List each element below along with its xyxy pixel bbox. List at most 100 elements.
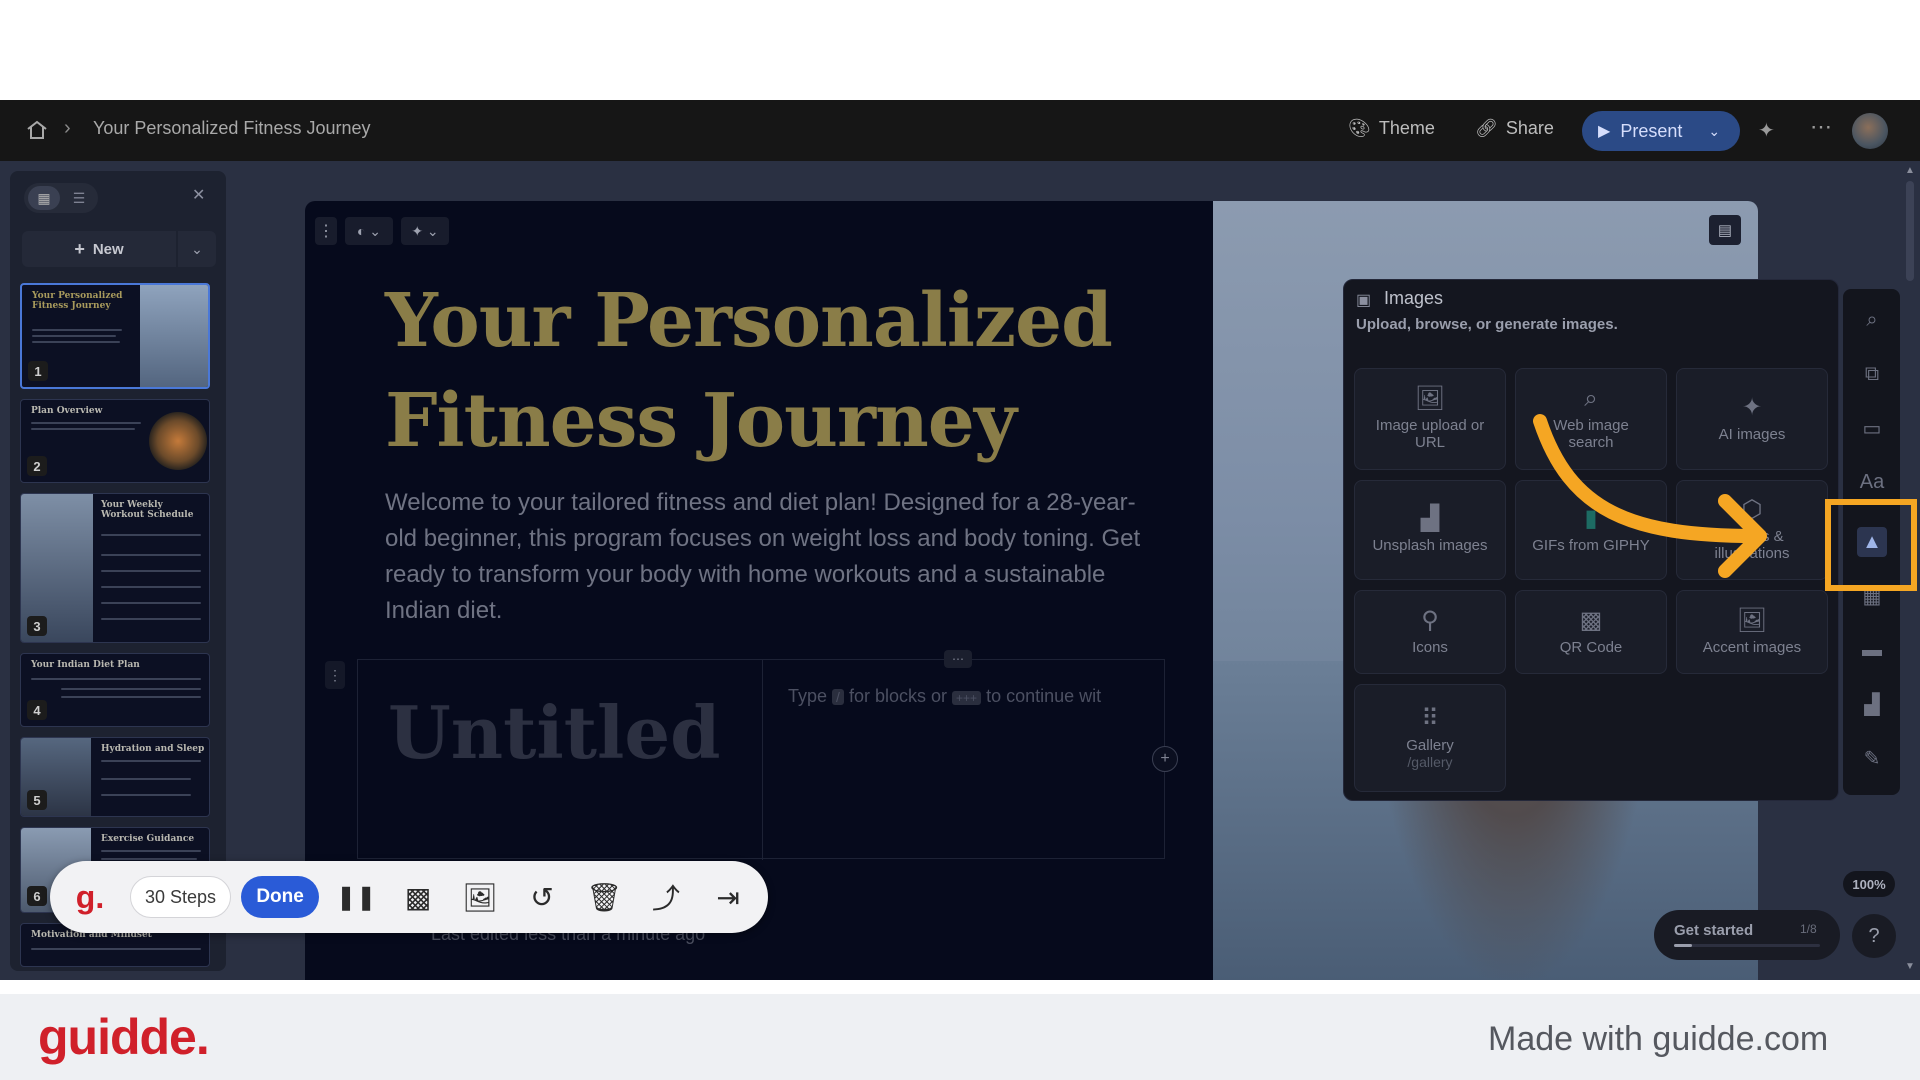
present-button[interactable]: ▶ Present ⌄ <box>1582 111 1740 151</box>
tile-label: Gallery <box>1406 736 1454 754</box>
slide-number: 1 <box>28 361 48 381</box>
upload-icon[interactable]: ⤴ <box>641 872 691 922</box>
card-menu-icon[interactable]: ⋮ <box>315 217 337 245</box>
tile-label: Unsplash images <box>1372 536 1488 554</box>
icons-icon: ⚲ <box>1421 606 1439 634</box>
new-slide-dropdown[interactable]: ⌄ <box>178 231 216 267</box>
slide-thumbnail-1[interactable]: Your Personalized Fitness Journey 1 <box>20 283 210 389</box>
app-top-bar: › Your Personalized Fitness Journey 🎨︎ T… <box>0 100 1920 161</box>
slide-thumbnail-2[interactable]: Plan Overview 2 <box>20 399 210 483</box>
tile-label: Icons <box>1412 638 1448 656</box>
thumbnail-view-icon[interactable]: ▦ <box>28 186 60 210</box>
made-with-text: Made with guidde.com <box>1488 1020 1829 1058</box>
get-started-progress-bar <box>1674 944 1820 947</box>
column-divider <box>762 660 763 860</box>
slide-thumbnail-4[interactable]: Your Indian Diet Plan 4 <box>20 653 210 727</box>
icons-tile[interactable]: ⚲ Icons <box>1354 590 1506 674</box>
images-panel-subtitle: Upload, browse, or generate images. <box>1356 316 1618 333</box>
undo-icon[interactable]: ↺ <box>517 872 567 922</box>
unsplash-images-tile[interactable]: ▟ Unsplash images <box>1354 480 1506 580</box>
top-margin <box>0 0 1920 100</box>
scroll-down-icon[interactable]: ▼ <box>1905 961 1915 972</box>
guidde-logo: guidde. <box>38 1009 210 1065</box>
sparkle-icon[interactable]: ✦ <box>1758 118 1775 143</box>
untitled-heading[interactable]: Untitled <box>388 690 721 775</box>
image-upload-tile[interactable]: 🖼︎ Image upload or URL <box>1354 368 1506 470</box>
slide-number: 3 <box>27 616 47 636</box>
block-hint[interactable]: Type / for blocks or +++ to continue wit <box>788 686 1101 707</box>
share-label: Share <box>1505 118 1554 138</box>
tile-sublabel: /gallery <box>1407 753 1453 770</box>
list-view-icon[interactable]: ☰ <box>64 186 94 210</box>
image-icon[interactable]: 🖼︎ <box>455 872 505 922</box>
card-ai-button[interactable]: ✦ ⌄ <box>401 217 449 245</box>
embed-icon[interactable]: ▬ <box>1857 635 1887 665</box>
gallery-tile[interactable]: ⠿ Gallery /gallery <box>1354 684 1506 792</box>
card-theme-button[interactable]: ◐ ⌄ <box>345 217 393 245</box>
add-card-icon[interactable]: ⧉ <box>1857 359 1887 389</box>
footer-spacer <box>0 980 1920 994</box>
plus-icon: + <box>74 238 85 259</box>
tile-label: Image upload or URL <box>1375 417 1485 451</box>
thumbnail-title: Exercise Guidance <box>101 834 195 844</box>
guidde-logo-icon: g. <box>75 878 105 915</box>
hint-text: Type <box>788 686 828 706</box>
slide-body[interactable]: Welcome to your tailored fitness and die… <box>385 485 1155 629</box>
new-label: New <box>92 240 124 258</box>
qr-code-tile[interactable]: ▩ QR Code <box>1515 590 1667 674</box>
layout-block: Untitled Type / for blocks or +++ to con… <box>357 650 1178 860</box>
chart-icon[interactable]: ▟ <box>1857 689 1887 719</box>
edit-icon[interactable]: ✎ <box>1857 743 1887 773</box>
blur-icon[interactable]: ▩ <box>393 872 443 922</box>
thumbnail-food-image <box>149 412 207 470</box>
qr-code-icon: ▩ <box>1579 606 1603 634</box>
images-panel-icon: ▣ <box>1356 292 1372 309</box>
theme-button[interactable]: 🎨︎ Theme <box>1348 118 1435 139</box>
breadcrumb-chevron-icon: › <box>64 117 71 139</box>
add-column-icon[interactable]: + <box>1152 746 1178 772</box>
skip-icon[interactable]: ⇥ <box>703 872 753 922</box>
highlight-box <box>1825 499 1917 591</box>
column-more-icon[interactable]: ⋯ <box>944 650 972 668</box>
scroll-up-icon[interactable]: ▲ <box>1905 165 1915 176</box>
slides-sidebar: ▦ ☰ ✕ + New ⌄ Your Personalized Fitness … <box>10 171 226 971</box>
chevron-down-icon[interactable]: ⌄ <box>1708 123 1720 140</box>
steps-count[interactable]: 30 Steps <box>130 876 232 918</box>
card-notes-icon[interactable]: ▤ <box>1709 215 1741 245</box>
images-panel-title: Images <box>1384 288 1444 308</box>
hint-text: for blocks or <box>848 686 947 706</box>
avatar[interactable] <box>1852 113 1888 149</box>
done-button[interactable]: Done <box>241 876 320 918</box>
zoom-level[interactable]: 100% <box>1843 871 1895 897</box>
new-slide-button[interactable]: + New <box>22 231 176 267</box>
tile-label: QR Code <box>1559 638 1623 656</box>
unsplash-icon: ▟ <box>1420 504 1440 532</box>
accent-images-tile[interactable]: 🖼︎ Accent images <box>1676 590 1828 674</box>
scrollbar-thumb[interactable] <box>1906 181 1914 281</box>
pause-icon[interactable]: ❚❚ <box>331 872 381 922</box>
get-started-widget[interactable]: Get started 1/8 <box>1654 910 1840 960</box>
search-icon[interactable]: ⌕ <box>1857 305 1887 335</box>
text-icon[interactable]: Aa <box>1857 467 1887 497</box>
share-button[interactable]: 🔗︎ Share <box>1475 118 1554 139</box>
help-button[interactable]: ? <box>1852 914 1896 958</box>
slide-number: 5 <box>27 790 47 810</box>
get-started-progress-fill <box>1674 944 1693 947</box>
guidde-footer: guidde. Made with guidde.com <box>0 994 1920 1080</box>
close-icon[interactable]: ✕ <box>192 185 205 205</box>
thumbnail-title: Hydration and Sleep <box>101 744 205 754</box>
home-icon[interactable] <box>25 118 49 142</box>
slide-title-line-1: Your Personalized <box>385 278 1113 364</box>
slide-title[interactable]: Your Personalized Fitness Journey <box>385 271 1145 471</box>
delete-icon[interactable]: 🗑︎ <box>579 872 629 922</box>
present-label: Present <box>1620 120 1683 141</box>
get-started-label: Get started <box>1674 922 1754 939</box>
app-workspace: ▦ ☰ ✕ + New ⌄ Your Personalized Fitness … <box>0 161 1920 980</box>
slide-thumbnail-5[interactable]: Hydration and Sleep 5 <box>20 737 210 817</box>
breadcrumb-title[interactable]: Your Personalized Fitness Journey <box>93 118 371 139</box>
slide-thumbnail-3[interactable]: Your Weekly Workout Schedule 3 <box>20 493 210 643</box>
layout-icon[interactable]: ▭ <box>1857 413 1887 443</box>
more-options-icon[interactable]: ⋯ <box>1810 114 1832 140</box>
palette-icon: 🎨︎ <box>1348 118 1371 138</box>
block-menu-icon[interactable]: ⋮ <box>325 661 345 689</box>
